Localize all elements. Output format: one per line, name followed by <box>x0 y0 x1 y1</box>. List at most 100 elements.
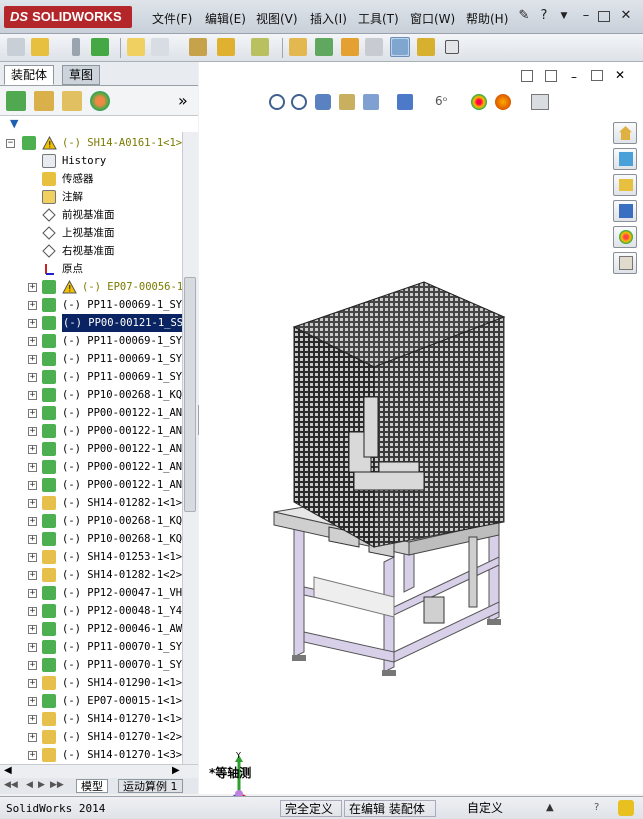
expand-icon[interactable]: + <box>28 463 37 472</box>
tile-icon[interactable] <box>521 70 533 82</box>
tree-item[interactable]: 右视基准面 <box>0 242 182 260</box>
pin-icon[interactable]: ✎ <box>516 8 532 24</box>
tree-item[interactable]: + (-) SH14-01282-1<1> <box>0 494 182 512</box>
tree-item[interactable]: + (-) PP11-00069-1_SY7 <box>0 332 182 350</box>
expand-icon[interactable]: + <box>28 481 37 490</box>
open-button[interactable] <box>30 37 50 57</box>
tree-item[interactable]: + (-) SH14-01270-1<1> <box>0 710 182 728</box>
expand-icon[interactable]: + <box>28 337 37 346</box>
help-icon[interactable]: ? <box>536 8 552 24</box>
prev-tab-icon[interactable]: ◀ <box>26 780 33 790</box>
help-dropdown-icon[interactable]: ▼ <box>556 8 572 24</box>
assembly-view-button[interactable] <box>314 37 334 57</box>
tree-item[interactable]: + (-) PP12-00047-1_VHS <box>0 584 182 602</box>
zoom-to-area-icon[interactable] <box>291 94 307 110</box>
insert-component-button[interactable] <box>126 37 146 57</box>
expand-icon[interactable]: + <box>28 373 37 382</box>
edit-appearance-icon[interactable] <box>471 94 487 110</box>
tree-item[interactable]: + (-) SH14-01290-1<1> <box>0 674 182 692</box>
expand-icon[interactable]: + <box>28 283 37 292</box>
hide-show-items-icon[interactable]: 6ᵒ <box>435 94 453 110</box>
tree-item[interactable]: + (-) PP11-00069-1_SY7 <box>0 350 182 368</box>
menu-window[interactable]: 窗口(W) <box>410 10 455 27</box>
expand-icon[interactable]: + <box>28 625 37 634</box>
tree-item[interactable]: + (-) PP11-00069-1_SY7 <box>0 368 182 386</box>
status-units[interactable]: 自定义 <box>440 800 530 817</box>
tree-item[interactable]: + (-) PP00-00122-1_AN2 <box>0 440 182 458</box>
expand-icon[interactable]: + <box>28 679 37 688</box>
settings-button[interactable] <box>288 37 308 57</box>
tree-item[interactable]: + (-) PP11-00070-1_SY7 <box>0 638 182 656</box>
tree-item[interactable]: + (-) PP00-00121-1_SS5 <box>0 314 182 332</box>
expand-icon[interactable]: + <box>28 589 37 598</box>
file-explorer-button[interactable] <box>613 174 637 196</box>
mate-button[interactable] <box>90 37 110 57</box>
close-icon[interactable]: ✕ <box>618 8 634 24</box>
solidworks-logo[interactable]: DS SOLIDWORKS <box>4 6 132 28</box>
tree-item[interactable]: + (-) PP11-00069-1_SY7 <box>0 296 182 314</box>
assembly-model[interactable] <box>254 257 554 677</box>
quick-tips-icon[interactable]: ? <box>594 802 599 813</box>
display-style-icon[interactable] <box>397 94 413 110</box>
tree-item[interactable]: + (-) PP12-00046-1_AW4 <box>0 620 182 638</box>
custom-properties-button[interactable] <box>613 252 637 274</box>
scroll-left-icon[interactable]: ◀ <box>4 765 12 776</box>
filter-icon[interactable]: ▼ <box>10 117 18 130</box>
select-button[interactable] <box>390 37 410 57</box>
units-up-icon[interactable]: ▲ <box>546 802 554 813</box>
menu-edit[interactable]: 编辑(E) <box>205 10 246 27</box>
tab-assembly[interactable]: 装配体 <box>4 65 55 85</box>
expand-icon[interactable]: + <box>28 571 37 580</box>
tree-item[interactable]: + (-) SH14-01270-1<3> <box>0 746 182 764</box>
feature-manager-icon[interactable] <box>6 91 26 111</box>
property-manager-icon[interactable] <box>34 91 54 111</box>
tree-item[interactable]: + (-) PP11-00070-1_SY7 <box>0 656 182 674</box>
tree-item[interactable]: 上视基准面 <box>0 224 182 242</box>
tree-item[interactable]: + (-) PP00-00122-1_AN2 <box>0 458 182 476</box>
tree-horizontal-scrollbar[interactable]: ◀ ▶ <box>0 764 198 778</box>
expand-icon[interactable]: + <box>28 643 37 652</box>
graphics-area[interactable]: – ✕ 6ᵒ Y *等轴测 <box>199 62 643 812</box>
attach-button[interactable] <box>66 37 86 57</box>
scroll-right-icon[interactable]: ▶ <box>172 765 180 776</box>
rotate-component-button[interactable] <box>364 37 384 57</box>
tree-item[interactable]: + (-) PP10-00268-1_KQ2 <box>0 530 182 548</box>
tree-scroll-thumb[interactable] <box>184 277 196 512</box>
tree-item[interactable]: 传感器 <box>0 170 182 188</box>
new-document-button[interactable] <box>6 37 26 57</box>
tab-model[interactable]: 模型 <box>76 779 108 793</box>
apply-scene-icon[interactable] <box>495 94 511 110</box>
doc-close-icon[interactable]: ✕ <box>615 68 625 82</box>
measure-button[interactable] <box>416 37 436 57</box>
expand-icon[interactable]: + <box>28 607 37 616</box>
expand-icon[interactable]: + <box>28 391 37 400</box>
minimize-icon[interactable]: – <box>578 8 594 24</box>
tree-item[interactable]: 注解 <box>0 188 182 206</box>
tree-item[interactable]: + (-) SH14-01253-1<1> <box>0 548 182 566</box>
doc-minimize-icon[interactable]: – <box>571 70 577 84</box>
menu-help[interactable]: 帮助(H) <box>466 10 508 27</box>
section-view-icon[interactable] <box>339 94 355 110</box>
design-library-button[interactable] <box>613 148 637 170</box>
explode-button[interactable] <box>250 37 270 57</box>
properties-button[interactable] <box>442 37 462 57</box>
tree-item[interactable]: History <box>0 152 182 170</box>
collapse-icon[interactable]: − <box>6 139 15 148</box>
display-manager-icon[interactable] <box>90 91 110 111</box>
tab-sketch[interactable]: 草图 <box>62 65 101 85</box>
menu-file[interactable]: 文件(F) <box>152 10 192 27</box>
menu-insert[interactable]: 插入(I) <box>310 10 347 27</box>
expand-icon[interactable]: + <box>28 445 37 454</box>
solidworks-resources-button[interactable] <box>613 122 637 144</box>
tree-item[interactable]: + (-) PP10-00268-1_KQ2 <box>0 512 182 530</box>
expand-icon[interactable]: + <box>28 751 37 760</box>
split-icon[interactable] <box>545 70 557 82</box>
expand-icon[interactable]: + <box>28 661 37 670</box>
next-tab-icon[interactable]: ▶ <box>38 780 45 790</box>
menu-view[interactable]: 视图(V) <box>256 10 298 27</box>
expand-icon[interactable]: + <box>28 733 37 742</box>
tree-item[interactable]: + (-) SH14-01270-1<2> <box>0 728 182 746</box>
tree-item[interactable]: +! (-) EP07-00056-1< <box>0 278 182 296</box>
move-component-button[interactable] <box>340 37 360 57</box>
expand-icon[interactable]: + <box>28 355 37 364</box>
